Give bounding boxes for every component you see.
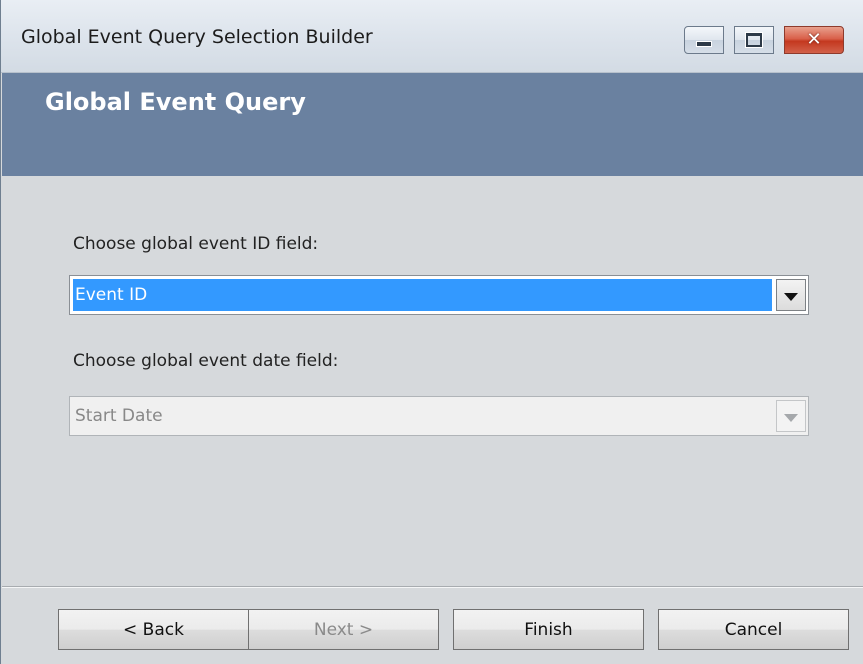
page-title: Global Event Query: [45, 88, 306, 116]
event-id-selected-value: Event ID: [73, 279, 772, 311]
footer-divider: [2, 586, 863, 588]
event-date-dropdown-button[interactable]: [776, 400, 806, 432]
maximize-button[interactable]: [734, 26, 774, 54]
next-button[interactable]: Next >: [248, 609, 439, 650]
dialog-window: Global Event Query Selection Builder ✕ G…: [0, 0, 863, 664]
event-date-field-label: Choose global event date field:: [73, 351, 339, 371]
minimize-button[interactable]: [684, 26, 724, 54]
window-title: Global Event Query Selection Builder: [21, 26, 373, 48]
chevron-down-icon: [784, 413, 798, 422]
event-date-dropdown[interactable]: Start Date: [69, 396, 809, 436]
back-button[interactable]: < Back: [58, 609, 249, 650]
event-id-dropdown-button[interactable]: [776, 279, 806, 311]
event-date-selected-value: Start Date: [75, 406, 163, 426]
chevron-down-icon: [784, 292, 798, 301]
minimize-icon: [696, 41, 712, 47]
finish-button[interactable]: Finish: [453, 609, 644, 650]
event-id-dropdown[interactable]: Event ID: [69, 275, 809, 315]
event-id-field-label: Choose global event ID field:: [73, 234, 319, 254]
cancel-button[interactable]: Cancel: [658, 609, 849, 650]
maximize-icon: [746, 33, 762, 47]
close-button[interactable]: ✕: [784, 26, 844, 54]
title-bar[interactable]: Global Event Query Selection Builder ✕: [1, 0, 863, 73]
close-icon: ✕: [806, 29, 822, 50]
